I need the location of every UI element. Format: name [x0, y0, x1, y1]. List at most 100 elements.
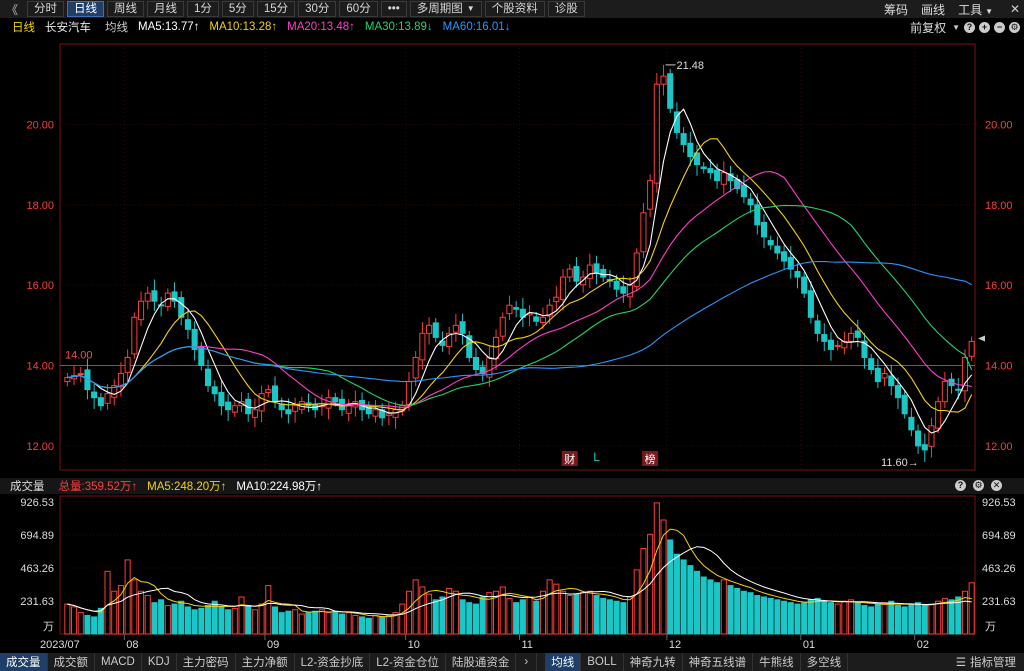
indicator-tab[interactable]: MACD: [95, 653, 142, 671]
volume-bar: [787, 602, 794, 635]
period-tabs: 分时 日线 周线 月线 1分 5分 15分 30分 60分: [24, 1, 378, 17]
overlay-tab[interactable]: BOLL: [581, 653, 624, 671]
volume-bar: [781, 600, 788, 635]
volume-unit-right: 万: [985, 621, 996, 633]
period-tab[interactable]: 分时: [27, 1, 64, 17]
period-tab[interactable]: 60分: [339, 1, 378, 17]
close-icon[interactable]: ✕: [1006, 2, 1024, 16]
candle-body: [935, 401, 942, 429]
candle-body: [894, 385, 902, 399]
settings-icon[interactable]: ⚙: [1009, 21, 1020, 33]
indicator-tab[interactable]: 成交量: [0, 653, 48, 671]
candle-body: [781, 251, 788, 262]
indicator-tab[interactable]: L2-资金抄底: [295, 653, 371, 671]
back-nav-button[interactable]: 《: [0, 1, 24, 18]
candle-body: [888, 375, 895, 387]
volume-bar: [687, 565, 694, 635]
close-icon[interactable]: ✕: [991, 480, 1002, 491]
volume-bar: [318, 609, 325, 635]
chip-button[interactable]: 筹码: [884, 1, 908, 18]
volume-bar: [171, 603, 178, 635]
overlay-tab[interactable]: 神奇九转: [624, 653, 683, 671]
volume-bar: [432, 599, 439, 635]
candle-body: [493, 336, 500, 360]
zoom-in-icon[interactable]: +: [979, 21, 990, 33]
ma-line-ma30: [67, 204, 973, 406]
indicator-manage-label: 指标管理: [970, 657, 1016, 669]
volume-bar: [231, 607, 238, 635]
volume-bar: [894, 605, 902, 635]
settings-icon[interactable]: ⚙: [973, 480, 984, 491]
help-icon[interactable]: ?: [955, 480, 966, 491]
zoom-out-icon[interactable]: −: [994, 21, 1005, 33]
line-type-label[interactable]: 均线: [105, 19, 128, 35]
volume-bar: [693, 570, 701, 635]
volume-bar: [673, 553, 680, 635]
period-tab[interactable]: 5分: [221, 1, 254, 17]
volume-bar: [137, 590, 145, 635]
overlay-tab[interactable]: 神奇五线谱: [683, 653, 754, 671]
indicator-manage[interactable]: ☰ 指标管理: [956, 653, 1016, 671]
price-chart[interactable]: 12.00 12.00 14.00 14.00 16.00 16.00 18.00 18.00…: [0, 36, 1024, 478]
candle-body: [620, 286, 627, 294]
candle-body: [225, 401, 232, 411]
volume-bar: [198, 607, 205, 635]
candle-body: [251, 409, 258, 418]
candle-body: [64, 377, 71, 383]
volume-bar: [915, 602, 922, 635]
candle-body: [104, 393, 111, 404]
indicator-tab[interactable]: 成交额: [48, 653, 95, 671]
volume-bar: [325, 612, 332, 635]
period-tab[interactable]: 30分: [298, 1, 337, 17]
overlay-tab[interactable]: 均线: [545, 653, 582, 671]
volume-bar: [251, 609, 258, 635]
volume-tick-right: 231.63: [982, 596, 1016, 608]
volume-ma5: MA5:248.20万↑: [147, 481, 227, 493]
indicator-tab[interactable]: 主力密码: [177, 653, 236, 671]
volume-bar: [104, 570, 111, 635]
chevron-right-icon[interactable]: ›: [516, 653, 538, 671]
volume-bar: [821, 600, 828, 635]
stock-info-button[interactable]: 个股资料: [484, 1, 545, 17]
adjust-dropdown[interactable]: 前复权: [910, 19, 946, 36]
volume-bar: [218, 606, 225, 635]
indicator-tab[interactable]: 主力净额: [236, 653, 295, 671]
candle-body: [345, 405, 352, 414]
indicator-tab[interactable]: L2-资金仓位: [370, 653, 446, 671]
period-tab[interactable]: 15分: [256, 1, 296, 17]
candle-body: [553, 296, 560, 303]
stock-name[interactable]: 长安汽车: [45, 19, 91, 35]
candle-body: [801, 276, 808, 294]
volume-bar: [727, 585, 734, 635]
period-tab[interactable]: 1分: [187, 1, 219, 17]
overlay-tab[interactable]: 牛熊线: [753, 653, 801, 671]
candle-body: [258, 393, 265, 412]
tools-dropdown[interactable]: 工具 ▼: [958, 1, 993, 18]
volume-bar: [345, 612, 352, 635]
indicator-tab[interactable]: KDJ: [142, 653, 177, 671]
volume-tick-left: 926.53: [20, 497, 54, 509]
volume-bar: [908, 603, 915, 635]
volume-bar: [814, 597, 821, 635]
help-icon[interactable]: ?: [964, 21, 975, 33]
period-tab[interactable]: 周线: [107, 1, 144, 17]
volume-tick-left: 463.26: [20, 563, 54, 575]
period-tab[interactable]: 月线: [147, 1, 184, 17]
candle-body: [124, 356, 131, 373]
candle-body: [827, 339, 835, 350]
diagnosis-button[interactable]: 诊股: [547, 1, 585, 17]
volume-bar: [184, 606, 191, 635]
volume-bar: [774, 599, 781, 635]
period-tab[interactable]: 日线: [67, 1, 104, 17]
more-periods-button[interactable]: •••: [380, 1, 407, 17]
volume-bar: [265, 585, 272, 635]
volume-bar: [841, 600, 848, 635]
price-tick-right: 18.00: [985, 200, 1013, 212]
draw-line-button[interactable]: 画线: [921, 1, 945, 18]
multi-period-dropdown[interactable]: 多周期图 ▼: [409, 1, 482, 17]
candle-body: [600, 268, 607, 278]
overlay-tab[interactable]: 多空线: [801, 653, 849, 671]
volume-chart[interactable]: 926.53 926.53 694.89 694.89 463.26 463.26 231.…: [0, 494, 1024, 653]
chevron-down-icon[interactable]: ▼: [952, 23, 960, 32]
indicator-tab[interactable]: 陆股通资金: [446, 653, 517, 671]
